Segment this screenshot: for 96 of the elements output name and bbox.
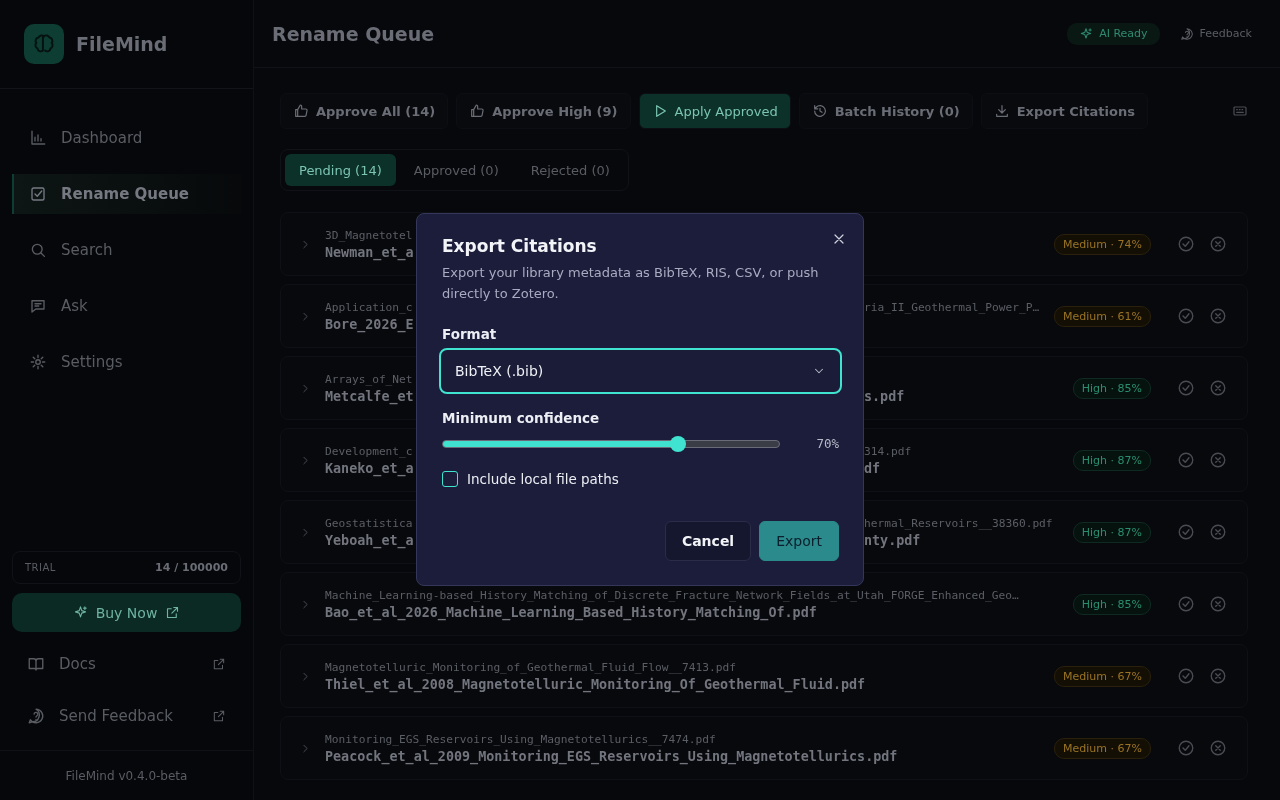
bar-chart-icon bbox=[29, 129, 47, 147]
tab[interactable]: Pending (14) bbox=[285, 154, 396, 186]
toolbar-button[interactable]: Apply Approved bbox=[638, 93, 791, 129]
proposed-filename: Kaneko_et_a bbox=[325, 460, 415, 476]
original-filename: 314.pdf bbox=[864, 444, 913, 458]
brand-name: FileMind bbox=[76, 33, 168, 55]
approve-icon bbox=[1177, 667, 1195, 685]
external-link-icon bbox=[212, 657, 226, 671]
original-filename: Monitoring_EGS_Reservoirs_Using_Magnetotellurics__7474.pdf bbox=[325, 732, 717, 746]
confidence-badge: High · 85% bbox=[1072, 593, 1151, 615]
version-label: FileMind v0.4.0-beta bbox=[0, 750, 253, 800]
settings-icon bbox=[29, 353, 47, 371]
proposed-filename: Bore_2026_E bbox=[325, 316, 415, 332]
original-filename: Application_c bbox=[325, 300, 414, 314]
nav-item[interactable]: Dashboard bbox=[12, 118, 241, 158]
tab[interactable]: Rejected (0) bbox=[516, 154, 624, 186]
approve-icon bbox=[1177, 523, 1195, 541]
download-icon bbox=[993, 103, 1010, 119]
checkbox-icon bbox=[29, 185, 47, 203]
original-filename: Machine_Learning-based_History_Matching_of_Discrete_Fracture_Network_Fields_at_Utah_FORGE_Enhanced_Geo… bbox=[325, 588, 1020, 602]
field-label: Format bbox=[442, 326, 498, 342]
confidence-badge: Medium · 61% bbox=[1054, 305, 1151, 327]
toolbar-button[interactable]: Approve High (9) bbox=[456, 93, 631, 129]
reject-icon bbox=[1209, 451, 1227, 469]
original-filename: hermal_Reservoirs__38360.pdf bbox=[864, 516, 1054, 530]
sidebar-link[interactable]: Send Feedback bbox=[12, 696, 241, 736]
trial-count: 14 / 100000 bbox=[155, 561, 228, 574]
checkbox-label: Include local file paths bbox=[467, 471, 619, 487]
brain-logo-icon bbox=[24, 24, 64, 64]
page-title: Rename Queue bbox=[272, 22, 435, 45]
reject-icon bbox=[1209, 667, 1227, 685]
thumbs-up-icon bbox=[469, 103, 486, 119]
confidence-badge: Medium · 67% bbox=[1054, 665, 1151, 687]
reject-icon bbox=[1209, 379, 1227, 397]
proposed-filename: df bbox=[864, 460, 882, 476]
proposed-filename: Thiel_et_al_2008_Magnetotelluric_Monitoring_Of_Geothermal_Fluid.pdf bbox=[325, 676, 867, 692]
book-icon bbox=[27, 655, 45, 673]
keyboard-icon bbox=[1232, 103, 1248, 119]
original-filename: Magnetotelluric_Monitoring_of_Geothermal_Fluid_Flow__7413.pdf bbox=[325, 660, 737, 674]
nav-item[interactable]: Search bbox=[12, 230, 241, 270]
approve-icon bbox=[1177, 379, 1195, 397]
confidence-badge: Medium · 67% bbox=[1054, 737, 1151, 759]
proposed-filename: Yeboah_et_a bbox=[325, 532, 415, 548]
confidence-badge: High · 85% bbox=[1072, 377, 1151, 399]
confidence-badge: Medium · 74% bbox=[1054, 233, 1151, 255]
cancel-button[interactable]: Cancel bbox=[664, 521, 752, 561]
dialog-description: Export your library metadata as BibTeX, RIS, CSV, or push directly to Zotero. bbox=[442, 264, 820, 303]
toolbar-button[interactable]: Export Citations bbox=[980, 93, 1148, 129]
original-filename: Development_c bbox=[325, 444, 414, 458]
approve-icon bbox=[1177, 595, 1195, 613]
confidence-badge: High · 87% bbox=[1072, 521, 1151, 543]
reject-icon bbox=[1209, 595, 1227, 613]
dialog-title: Export Citations bbox=[442, 236, 598, 256]
field-label: Minimum confidence bbox=[442, 410, 601, 426]
approve-icon bbox=[1177, 307, 1195, 325]
original-filename: Arrays_of_Net bbox=[325, 372, 414, 386]
toolbar-button[interactable]: Batch History (0) bbox=[798, 93, 973, 129]
original-filename: ria_II_Geothermal_Power_P… bbox=[864, 300, 1041, 314]
feedback-link[interactable]: Feedback bbox=[1179, 26, 1252, 41]
approve-icon bbox=[1177, 739, 1195, 757]
search-icon bbox=[29, 241, 47, 259]
proposed-filename: nty.pdf bbox=[864, 532, 922, 548]
proposed-filename: Peacock_et_al_2009_Monitoring_EGS_Reservoirs_Using_Magnetotellurics.pdf bbox=[325, 748, 899, 764]
reject-icon bbox=[1209, 307, 1227, 325]
tab[interactable]: Approved (0) bbox=[399, 154, 513, 186]
external-link-icon bbox=[212, 709, 226, 723]
confidence-badge: High · 87% bbox=[1072, 449, 1151, 471]
original-filename: Geostatistica bbox=[325, 516, 414, 530]
proposed-filename: Newman_et_a bbox=[325, 244, 415, 260]
toolbar-button[interactable]: Approve All (14) bbox=[280, 93, 449, 129]
proposed-filename: s.pdf bbox=[864, 388, 906, 404]
checkbox[interactable] bbox=[442, 471, 458, 487]
reject-icon bbox=[1209, 235, 1227, 253]
reject-icon bbox=[1209, 739, 1227, 757]
buy-now-button[interactable]: Buy Now bbox=[12, 593, 241, 632]
thumbs-up-icon bbox=[293, 103, 309, 119]
slider-value: 70% bbox=[816, 436, 839, 451]
sparkle-icon bbox=[1079, 26, 1094, 41]
export-button[interactable]: Export bbox=[759, 521, 839, 561]
slider-thumb[interactable] bbox=[670, 435, 687, 452]
trial-label: TRIAL bbox=[25, 562, 56, 573]
nav-item[interactable]: Ask bbox=[12, 286, 241, 326]
approve-icon bbox=[1177, 235, 1195, 253]
original-filename: 3D_Magnetotel bbox=[325, 228, 414, 242]
nav-item[interactable]: Settings bbox=[12, 342, 241, 382]
sidebar-link[interactable]: Docs bbox=[12, 644, 241, 684]
reject-icon bbox=[1209, 523, 1227, 541]
external-link-icon bbox=[165, 605, 181, 620]
format-dropdown[interactable]: BibTeX (.bib) bbox=[439, 348, 842, 394]
chat-icon bbox=[29, 297, 47, 315]
approve-icon bbox=[1177, 451, 1195, 469]
proposed-filename: Bao_et_al_2026_Machine_Learning_Based_History_Matching_Of.pdf bbox=[325, 604, 818, 620]
history-icon bbox=[811, 103, 828, 119]
proposed-filename: Metcalfe_et bbox=[325, 388, 415, 404]
sparkle-icon bbox=[72, 605, 88, 620]
ai-status-badge: AI Ready bbox=[1067, 22, 1160, 45]
